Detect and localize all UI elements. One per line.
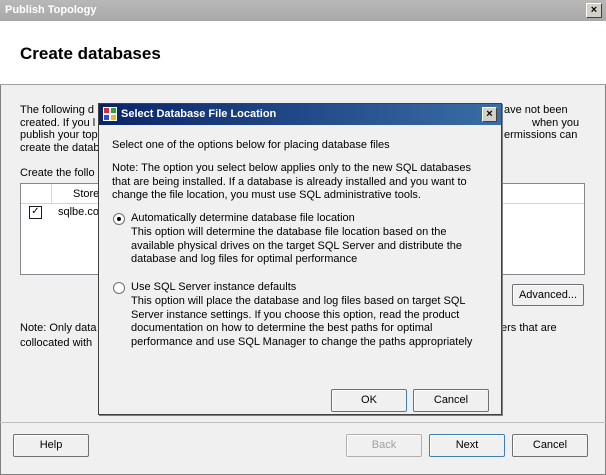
select-file-location-dialog: Select Database File Location × Select o…	[98, 103, 502, 415]
row-text: sqlbe.co	[58, 206, 99, 218]
column-header-store[interactable]: Store	[73, 188, 99, 200]
dialog-close-button[interactable]: ×	[482, 107, 497, 122]
desc-line: created. If you l	[20, 116, 96, 129]
advanced-button[interactable]: Advanced...	[512, 284, 584, 306]
description-line: database and log files for optimal perfo…	[131, 253, 358, 265]
note-left: Note: Only data collocated with	[20, 322, 96, 349]
desc-line: ermissions can	[504, 129, 578, 141]
description-right: ermissions can	[504, 129, 577, 142]
desc-line: The following d	[20, 104, 94, 116]
cancel-button[interactable]: Cancel	[512, 434, 588, 457]
desc-line: publish your top	[20, 129, 98, 141]
description-line: Server instance settings. If you choose …	[131, 308, 460, 321]
ok-button[interactable]: OK	[331, 389, 407, 412]
description-left: The following d created. If you l publis…	[20, 104, 100, 154]
row-checkbox[interactable]: ✓	[29, 206, 42, 219]
dialog-titlebar: Select Database File Location ×	[99, 104, 501, 125]
description-right: ave not been	[504, 104, 568, 117]
app-icon	[103, 107, 117, 121]
desc-line: create the datab	[20, 141, 100, 154]
instance-defaults-label[interactable]: Use SQL Server instance defaults	[131, 281, 296, 295]
instance-defaults-radio[interactable]	[113, 282, 125, 294]
desc-line: ave not been	[504, 104, 568, 116]
note-line: change the file location, you must use S…	[112, 189, 421, 201]
desc-line: when you	[532, 116, 580, 129]
window-close-button[interactable]: ×	[586, 3, 602, 18]
close-icon: ×	[590, 4, 598, 16]
help-button[interactable]: Help	[13, 434, 89, 457]
radio-selected-dot	[117, 217, 121, 221]
dialog-cancel-button[interactable]: Cancel	[413, 389, 489, 412]
dialog-intro: Select one of the options below for plac…	[112, 139, 390, 151]
note-line: Note: The option you select below applie…	[112, 162, 471, 174]
window-titlebar: Publish Topology ×	[0, 0, 606, 21]
auto-location-label[interactable]: Automatically determine database file lo…	[131, 212, 355, 226]
back-button[interactable]: Back	[346, 434, 422, 457]
note-line: Note: Only data	[20, 322, 97, 334]
auto-location-description: This option will determine the database …	[131, 226, 462, 267]
next-button[interactable]: Next	[429, 434, 505, 457]
description-line: documentation on how to determine the be…	[131, 322, 433, 334]
note-line: collocated with	[20, 336, 93, 349]
wizard-header: Create databases	[0, 21, 606, 85]
instance-defaults-description: This option will place the database and …	[131, 295, 472, 349]
description-line: This option will determine the database …	[131, 226, 447, 238]
description-line: available physical drives on the target …	[131, 239, 462, 252]
list-label: Create the follo	[20, 167, 95, 179]
window-title: Publish Topology	[5, 4, 97, 16]
description-line: This option will place the database and …	[131, 295, 466, 307]
description-right: when you	[532, 117, 579, 130]
note-line: that are being installed. If a database …	[112, 175, 467, 188]
page-title: Create databases	[20, 44, 161, 63]
note-right: ers that are	[501, 322, 557, 334]
close-icon: ×	[486, 108, 493, 120]
dialog-title: Select Database File Location	[121, 108, 277, 120]
column-divider	[51, 184, 52, 203]
auto-location-radio[interactable]	[113, 213, 125, 225]
footer-divider	[0, 422, 606, 423]
description-line: performance and use SQL Manager to chang…	[131, 335, 473, 348]
checkmark-icon: ✓	[31, 206, 40, 217]
dialog-note: Note: The option you select below applie…	[112, 162, 471, 203]
